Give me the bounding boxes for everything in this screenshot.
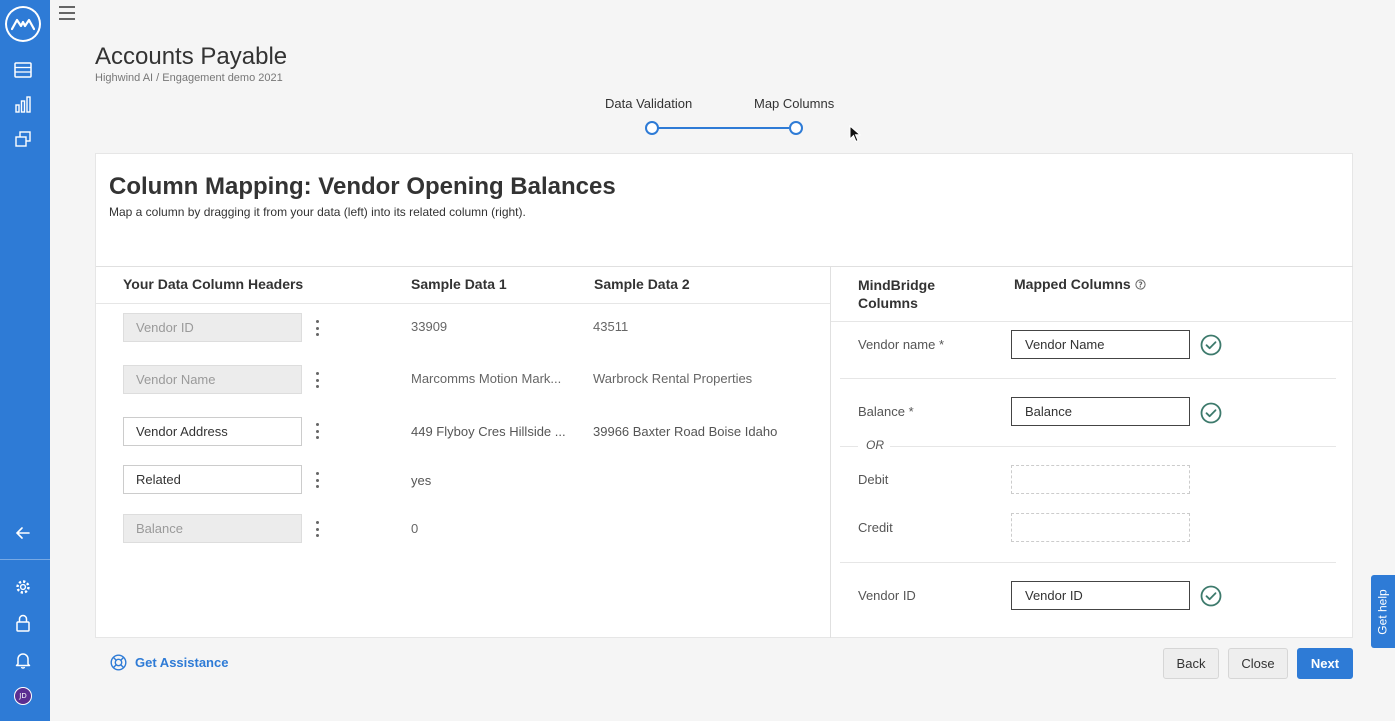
bell-icon[interactable]	[13, 650, 33, 670]
right-header-divider	[831, 321, 1353, 322]
get-help-label[interactable]: Get help	[1376, 589, 1390, 634]
header-mapped-columns-label: Mapped Columns	[1014, 276, 1131, 292]
card-subtitle: Map a column by dragging it from your da…	[109, 205, 526, 219]
sample-2-vendor-name: Warbrock Rental Properties	[593, 371, 753, 386]
gear-icon[interactable]	[13, 577, 33, 597]
header-mindbridge-line2: Columns	[858, 295, 918, 311]
target-label-credit: Credit	[858, 520, 893, 535]
header-mindbridge-columns: MindBridge Columns	[858, 276, 935, 312]
source-column-vendor-address[interactable]: Vendor Address	[123, 417, 302, 446]
logo-icon[interactable]	[5, 6, 41, 42]
sample-2-vendor-id: 43511	[593, 319, 629, 334]
row-divider	[840, 562, 1336, 563]
svg-text:?: ?	[1138, 280, 1142, 289]
header-your-data-columns: Your Data Column Headers	[123, 276, 304, 292]
avatar[interactable]: JD	[14, 687, 32, 705]
sample-1-vendor-address: 449 Flyboy Cres Hillside ...	[411, 424, 566, 439]
kebab-menu-icon[interactable]	[316, 423, 320, 439]
source-column-vendor-id[interactable]: Vendor ID	[123, 313, 302, 342]
check-circle-icon	[1200, 585, 1222, 607]
sample-1-vendor-name: Marcomms Motion Mark...	[411, 371, 562, 386]
source-column-balance[interactable]: Balance	[123, 514, 302, 543]
left-header-divider	[96, 303, 830, 304]
page-title: Accounts Payable	[95, 43, 288, 70]
column-mapping-card: Column Mapping: Vendor Opening Balances …	[95, 153, 1353, 638]
sidebar: JD	[0, 0, 50, 721]
lifebuoy-icon	[110, 654, 127, 671]
target-label-vendor-name: Vendor name *	[858, 337, 945, 352]
sidebar-divider	[0, 559, 50, 560]
target-label-debit: Debit	[858, 472, 889, 487]
breadcrumb: Highwind AI / Engagement demo 2021	[95, 72, 283, 84]
kebab-menu-icon[interactable]	[316, 372, 320, 388]
back-button[interactable]: Back	[1163, 648, 1219, 679]
or-divider	[840, 446, 858, 447]
header-sample-data-1: Sample Data 1	[411, 276, 507, 292]
get-assistance-link[interactable]: Get Assistance	[110, 654, 228, 671]
lock-icon[interactable]	[13, 613, 33, 633]
kebab-menu-icon[interactable]	[316, 521, 320, 537]
card-divider	[96, 266, 1353, 267]
target-field-debit[interactable]	[1011, 465, 1190, 494]
card-title: Column Mapping: Vendor Opening Balances	[109, 173, 616, 200]
header-mindbridge-line1: MindBridge	[858, 277, 935, 293]
header-mapped-columns: Mapped Columns ?	[1014, 276, 1146, 292]
close-button[interactable]: Close	[1228, 648, 1288, 679]
kebab-menu-icon[interactable]	[316, 472, 320, 488]
check-circle-icon	[1200, 402, 1222, 424]
source-column-vendor-name[interactable]: Vendor Name	[123, 365, 302, 394]
layers-icon[interactable]	[13, 129, 33, 149]
next-button[interactable]: Next	[1297, 648, 1353, 679]
stepper-line	[658, 127, 789, 129]
step-dot-map-columns[interactable]	[789, 121, 803, 135]
target-field-vendor-id[interactable]: Vendor ID	[1011, 581, 1190, 610]
collapse-arrow-icon[interactable]	[13, 523, 33, 543]
row-divider	[840, 378, 1336, 379]
step-label-map-columns[interactable]: Map Columns	[754, 96, 834, 111]
source-column-related[interactable]: Related	[123, 465, 302, 494]
target-label-balance: Balance *	[858, 404, 914, 419]
step-label-data-validation[interactable]: Data Validation	[605, 96, 692, 111]
mouse-cursor-icon	[849, 124, 862, 148]
step-dot-data-validation[interactable]	[645, 121, 659, 135]
data-table-icon[interactable]	[13, 60, 33, 80]
target-field-balance[interactable]: Balance	[1011, 397, 1190, 426]
sample-2-vendor-address: 39966 Baxter Road Boise Idaho	[593, 424, 778, 439]
header-sample-data-2: Sample Data 2	[594, 276, 690, 292]
or-divider	[890, 446, 1336, 447]
kebab-menu-icon[interactable]	[316, 320, 320, 336]
check-circle-icon	[1200, 334, 1222, 356]
sample-1-related: yes	[411, 473, 432, 488]
chart-icon[interactable]	[13, 94, 33, 114]
target-field-vendor-name[interactable]: Vendor Name	[1011, 330, 1190, 359]
help-icon[interactable]: ?	[1135, 278, 1146, 290]
get-assistance-label[interactable]: Get Assistance	[135, 655, 228, 670]
hamburger-menu-icon[interactable]	[59, 6, 75, 20]
get-help-tab[interactable]: Get help	[1371, 575, 1395, 648]
target-field-credit[interactable]	[1011, 513, 1190, 542]
or-label: OR	[864, 438, 886, 452]
sample-1-vendor-id: 33909	[411, 319, 448, 334]
target-label-vendor-id: Vendor ID	[858, 588, 916, 603]
sample-1-balance: 0	[411, 521, 419, 536]
